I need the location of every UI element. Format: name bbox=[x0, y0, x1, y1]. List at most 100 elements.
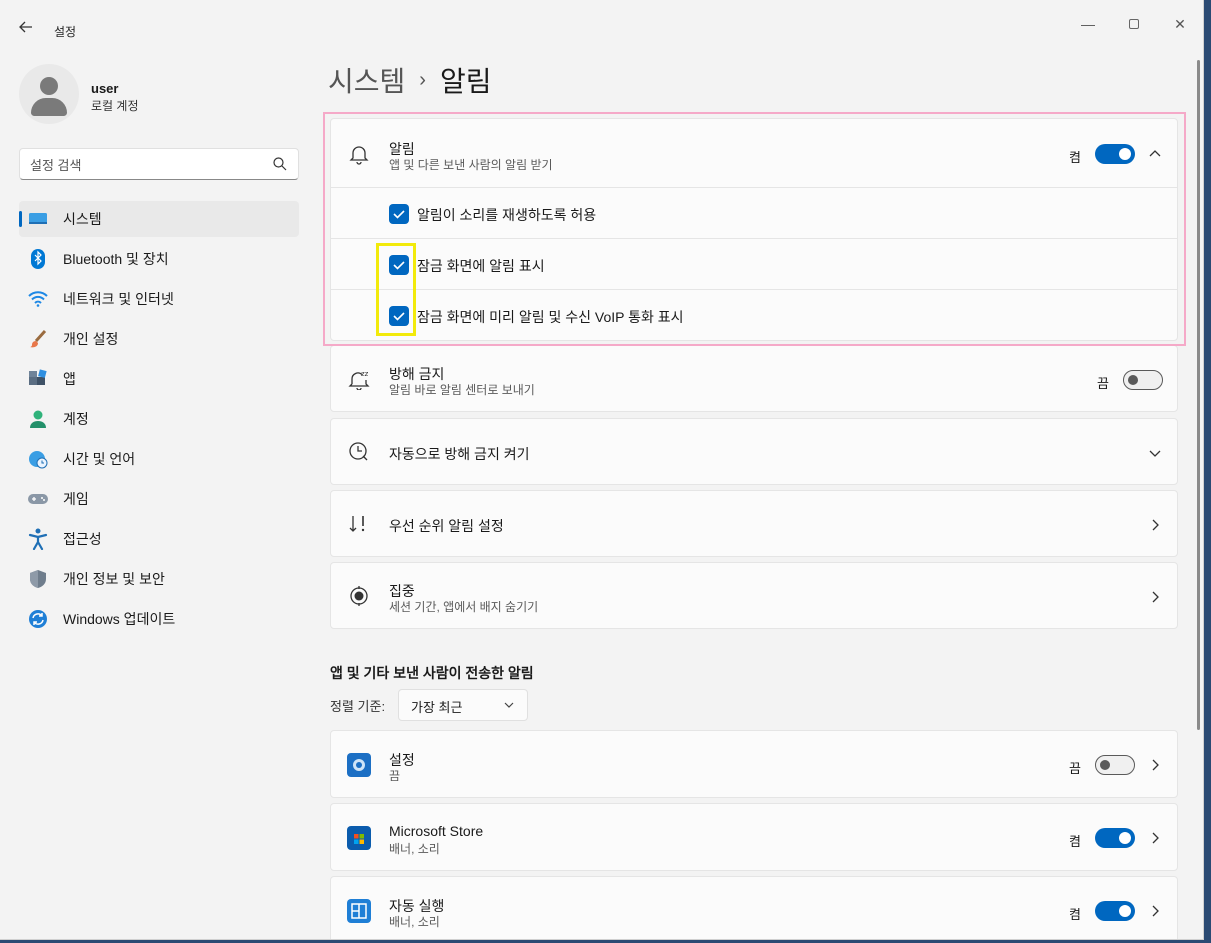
app-toggle-state: 켬 bbox=[1069, 834, 1081, 849]
sidebar-item-label: 네트워크 및 인터넷 bbox=[63, 291, 174, 307]
chevron-up-icon[interactable] bbox=[1147, 146, 1163, 162]
maximize-button[interactable] bbox=[1122, 12, 1146, 36]
option-row[interactable]: 잠금 화면에 알림 표시 bbox=[331, 238, 1177, 289]
option-label: 잠금 화면에 미리 알림 및 수신 VoIP 통화 표시 bbox=[417, 309, 684, 325]
breadcrumb-parent[interactable]: 시스템 bbox=[328, 60, 405, 100]
option-row[interactable]: 잠금 화면에 미리 알림 및 수신 VoIP 통화 표시 bbox=[331, 289, 1177, 341]
scrollbar[interactable] bbox=[1197, 60, 1200, 730]
focus-card[interactable]: 집중 세션 기간, 앱에서 배지 숨기기 bbox=[330, 562, 1178, 629]
sound-checkbox[interactable] bbox=[389, 204, 409, 224]
auto-dnd-card[interactable]: 자동으로 방해 금지 켜기 bbox=[330, 418, 1178, 485]
notifications-subtitle: 앱 및 다른 보낸 사람의 알림 받기 bbox=[389, 158, 553, 172]
sidebar-item-system[interactable]: 시스템 bbox=[19, 201, 299, 237]
sidebar-item-label: Windows 업데이트 bbox=[63, 611, 176, 627]
chevron-down-icon bbox=[504, 702, 514, 708]
dnd-toggle[interactable] bbox=[1123, 370, 1163, 390]
lockscreen-checkbox[interactable] bbox=[389, 255, 409, 275]
app-toggle[interactable] bbox=[1095, 901, 1135, 921]
sort-value: 가장 최근 bbox=[411, 700, 463, 715]
sidebar-nav: 시스템 Bluetooth 및 장치 네트워크 및 인터넷 개인 설정 앱 계정… bbox=[19, 201, 299, 641]
sidebar-item-personalization[interactable]: 개인 설정 bbox=[19, 321, 299, 357]
app-row-store[interactable]: Microsoft Store 배너, 소리 켬 bbox=[330, 803, 1178, 871]
sidebar-item-windows-update[interactable]: Windows 업데이트 bbox=[19, 601, 299, 637]
chevron-right-icon[interactable] bbox=[1147, 757, 1163, 773]
sidebar-item-time-language[interactable]: 시간 및 언어 bbox=[19, 441, 299, 477]
priority-title: 우선 순위 알림 설정 bbox=[389, 518, 504, 534]
bell-icon bbox=[349, 146, 369, 165]
dnd-toggle-state: 끔 bbox=[1097, 376, 1109, 391]
search-box bbox=[19, 148, 299, 180]
sidebar-item-label: 개인 설정 bbox=[63, 331, 119, 347]
close-button[interactable]: ✕ bbox=[1168, 12, 1192, 36]
sort-label: 정렬 기준: bbox=[330, 699, 386, 714]
minimize-button[interactable]: — bbox=[1076, 12, 1100, 36]
priority-card[interactable]: 우선 순위 알림 설정 bbox=[330, 490, 1178, 557]
sidebar-item-apps[interactable]: 앱 bbox=[19, 361, 299, 397]
bluetooth-icon bbox=[27, 248, 49, 270]
sidebar-item-label: 시간 및 언어 bbox=[63, 451, 136, 467]
sidebar-item-bluetooth[interactable]: Bluetooth 및 장치 bbox=[19, 241, 299, 277]
sidebar-item-label: Bluetooth 및 장치 bbox=[63, 251, 169, 267]
search-input[interactable] bbox=[30, 155, 270, 175]
lockscreen-voip-checkbox[interactable] bbox=[389, 306, 409, 326]
sidebar-item-label: 계정 bbox=[63, 411, 89, 427]
app-sub: 끔 bbox=[389, 769, 401, 783]
sidebar-item-label: 접근성 bbox=[63, 531, 102, 547]
sidebar-item-accounts[interactable]: 계정 bbox=[19, 401, 299, 437]
app-title: 설정 bbox=[54, 25, 77, 39]
dnd-subtitle: 알림 바로 알림 센터로 보내기 bbox=[389, 383, 535, 397]
chevron-down-icon[interactable] bbox=[1147, 445, 1163, 461]
sidebar-item-gaming[interactable]: 게임 bbox=[19, 481, 299, 517]
settings-gear-icon bbox=[347, 753, 371, 777]
shield-icon bbox=[27, 568, 49, 590]
sort-dropdown[interactable]: 가장 최근 bbox=[398, 689, 528, 721]
notifications-toggle[interactable] bbox=[1095, 144, 1135, 164]
sidebar-item-accessibility[interactable]: 접근성 bbox=[19, 521, 299, 557]
sidebar-item-privacy[interactable]: 개인 정보 및 보안 bbox=[19, 561, 299, 597]
app-toggle[interactable] bbox=[1095, 828, 1135, 848]
app-toggle-state: 끔 bbox=[1069, 761, 1081, 776]
chevron-right-icon[interactable] bbox=[1147, 830, 1163, 846]
user-name: user bbox=[91, 81, 119, 96]
avatar[interactable] bbox=[19, 64, 79, 124]
option-row[interactable]: 알림이 소리를 재생하도록 허용 bbox=[331, 187, 1177, 238]
bell-snooze-icon: zz bbox=[348, 370, 370, 390]
app-toggle[interactable] bbox=[1095, 755, 1135, 775]
store-icon bbox=[347, 826, 371, 850]
search-icon[interactable] bbox=[272, 156, 288, 172]
chevron-right-icon[interactable] bbox=[1147, 903, 1163, 919]
breadcrumb: 시스템 › 알림 bbox=[328, 60, 491, 100]
focus-subtitle: 세션 기간, 앱에서 배지 숨기기 bbox=[389, 600, 539, 614]
chevron-right-icon[interactable] bbox=[1147, 589, 1163, 605]
back-button[interactable] bbox=[14, 18, 38, 42]
wifi-icon bbox=[27, 288, 49, 310]
app-sub: 배너, 소리 bbox=[389, 842, 440, 856]
back-arrow-icon bbox=[19, 21, 32, 33]
app-name: Microsoft Store bbox=[389, 823, 484, 839]
page-title: 알림 bbox=[439, 66, 492, 97]
accessibility-icon bbox=[27, 528, 49, 550]
minimize-icon: — bbox=[1081, 16, 1095, 32]
sidebar-item-label: 앱 bbox=[63, 371, 76, 387]
system-icon bbox=[27, 208, 49, 230]
apps-icon bbox=[27, 368, 49, 390]
maximize-icon bbox=[1129, 19, 1139, 29]
auto-dnd-title: 자동으로 방해 금지 켜기 bbox=[389, 446, 530, 462]
sidebar-item-label: 시스템 bbox=[63, 211, 102, 227]
clock-icon bbox=[349, 442, 368, 461]
sidebar-item-label: 게임 bbox=[63, 491, 89, 507]
settings-window: 설정 — ✕ user 로컬 계정 시스템 Bluetooth 및 장치 bbox=[0, 0, 1204, 940]
option-label: 잠금 화면에 알림 표시 bbox=[417, 258, 545, 274]
breadcrumb-separator: › bbox=[419, 68, 426, 91]
notifications-toggle-state: 켬 bbox=[1069, 150, 1081, 165]
app-row-autoplay[interactable]: 자동 실행 배너, 소리 켬 bbox=[330, 876, 1178, 939]
title-bar: 설정 — ✕ bbox=[0, 0, 1203, 48]
notifications-card: 알림 앱 및 다른 보낸 사람의 알림 받기 켬 알림이 소리를 재생하도록 허… bbox=[330, 118, 1178, 341]
chevron-right-icon[interactable] bbox=[1147, 517, 1163, 533]
sidebar-item-network[interactable]: 네트워크 및 인터넷 bbox=[19, 281, 299, 317]
update-icon bbox=[27, 608, 49, 630]
autoplay-icon bbox=[347, 899, 371, 923]
app-row-settings[interactable]: 설정 끔 끔 bbox=[330, 730, 1178, 798]
close-icon: ✕ bbox=[1174, 16, 1186, 32]
priority-icon bbox=[349, 516, 365, 532]
